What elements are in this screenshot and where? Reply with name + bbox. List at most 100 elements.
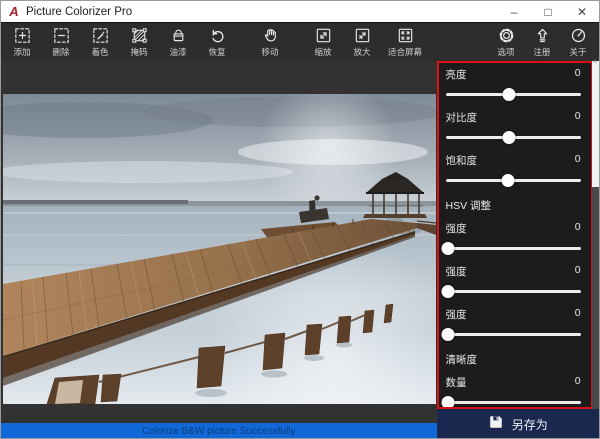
zoom-icon: [314, 26, 333, 45]
slider-value: 0: [575, 67, 581, 82]
mask-icon: [130, 26, 149, 45]
tool-label: 关于: [569, 46, 586, 58]
tool-remove[interactable]: 删除: [48, 26, 74, 58]
slider-label: 强度: [446, 264, 467, 279]
slider-track[interactable]: [446, 285, 581, 298]
slider-value: 0: [575, 110, 581, 125]
tool-label: 注册: [533, 46, 550, 58]
tool-label: 删除: [52, 46, 69, 58]
hand-icon: [261, 26, 280, 45]
tool-label: 着色: [91, 46, 108, 58]
slider-track[interactable]: [446, 242, 581, 255]
slider-track[interactable]: [446, 328, 581, 341]
tool-label: 添加: [13, 46, 30, 58]
add-selection-icon: [13, 26, 32, 45]
tool-colorize[interactable]: 着色: [87, 26, 113, 58]
adjustment-panel-column: 亮度 0 对比度 0: [437, 61, 599, 439]
slider-value: 0: [575, 264, 581, 279]
scrollbar-thumb[interactable]: [592, 61, 599, 187]
slider-label: 强度: [446, 221, 467, 236]
tool-label: 缩放: [314, 46, 331, 58]
tool-about[interactable]: 关于: [565, 26, 591, 58]
slider-thumb[interactable]: [502, 88, 515, 101]
status-bar: Colorize B&W picture Successfully: [1, 423, 437, 439]
register-icon: [533, 26, 552, 45]
slider-hsv-strength-1: 强度 0: [446, 221, 581, 255]
about-icon: [569, 26, 588, 45]
tool-label: 恢复: [208, 46, 225, 58]
photo-wrap: [1, 61, 437, 423]
colorize-icon: [91, 26, 110, 45]
slider-label: 数量: [446, 375, 467, 390]
slider-track[interactable]: [446, 396, 581, 409]
slider-thumb[interactable]: [442, 396, 455, 409]
undo-icon: [208, 26, 227, 45]
fit-screen-icon: [396, 26, 415, 45]
slider-amount: 数量 0: [446, 375, 581, 409]
canvas-area: Colorize B&W picture Successfully: [1, 61, 437, 439]
tool-options[interactable]: 选项: [493, 26, 519, 58]
tool-fit-screen[interactable]: 适合屏幕: [388, 26, 422, 58]
app-window: A Picture Colorizer Pro – □ ✕ 添加: [0, 0, 600, 439]
slider-thumb[interactable]: [502, 131, 515, 144]
tool-label: 选项: [497, 46, 514, 58]
tool-add[interactable]: 添加: [9, 26, 35, 58]
slider-value: 0: [575, 307, 581, 322]
slider-track[interactable]: [446, 174, 581, 187]
slider-track[interactable]: [446, 88, 581, 101]
slider-label: 饱和度: [446, 153, 478, 168]
adjustment-panel: 亮度 0 对比度 0: [437, 61, 593, 409]
slider-value: 0: [575, 153, 581, 168]
window-controls: – □ ✕: [497, 1, 599, 23]
slider-thumb[interactable]: [442, 328, 455, 341]
tool-paint[interactable]: 油漆: [165, 26, 191, 58]
tool-mask[interactable]: 掩码: [126, 26, 152, 58]
slider-label: 强度: [446, 307, 467, 322]
slider-thumb[interactable]: [501, 174, 514, 187]
tool-label: 适合屏幕: [388, 46, 422, 58]
paint-bucket-icon: [169, 26, 188, 45]
tool-move[interactable]: 移动: [257, 26, 283, 58]
tool-label: 放大: [353, 46, 370, 58]
close-button[interactable]: ✕: [565, 1, 599, 23]
zoom-in-icon: [353, 26, 372, 45]
title-bar: A Picture Colorizer Pro – □ ✕: [1, 1, 599, 23]
tool-zoom[interactable]: 缩放: [310, 26, 336, 58]
slider-track[interactable]: [446, 131, 581, 144]
tool-register[interactable]: 注册: [529, 26, 555, 58]
toolbar-left-group: 添加 删除 着色: [9, 26, 422, 58]
section-header-sharpness: 清晰度: [446, 352, 584, 367]
tool-label: 油漆: [169, 46, 186, 58]
status-message: Colorize B&W picture Successfully: [142, 426, 295, 437]
slider-contrast: 对比度 0: [446, 110, 581, 144]
slider-saturation: 饱和度 0: [446, 153, 581, 187]
gear-icon: [497, 26, 516, 45]
save-icon: [488, 414, 504, 435]
main-area: Colorize B&W picture Successfully 亮度 0: [1, 61, 599, 439]
panel-scrollbar[interactable]: [592, 61, 599, 409]
save-as-button[interactable]: 另存为: [437, 409, 599, 439]
slider-thumb[interactable]: [442, 285, 455, 298]
slider-hsv-strength-3: 强度 0: [446, 307, 581, 341]
pier-photo[interactable]: [3, 94, 436, 404]
tool-label: 掩码: [130, 46, 147, 58]
minimize-button[interactable]: –: [497, 1, 531, 23]
slider-value: 0: [575, 221, 581, 236]
section-header-hsv: HSV 调整: [446, 198, 584, 213]
tool-label: 移动: [261, 46, 278, 58]
remove-selection-icon: [52, 26, 71, 45]
slider-hsv-strength-2: 强度 0: [446, 264, 581, 298]
save-as-label: 另存为: [512, 416, 548, 433]
toolbar-right-group: 选项 注册 关于: [493, 26, 591, 58]
slider-label: 对比度: [446, 110, 478, 125]
tool-zoom-in[interactable]: 放大: [349, 26, 375, 58]
slider-thumb[interactable]: [442, 242, 455, 255]
toolbar: 添加 删除 着色: [1, 23, 599, 61]
window-title: Picture Colorizer Pro: [26, 6, 497, 18]
tool-restore[interactable]: 恢复: [204, 26, 230, 58]
slider-label: 亮度: [446, 67, 467, 82]
slider-value: 0: [575, 375, 581, 390]
slider-brightness: 亮度 0: [446, 67, 581, 101]
maximize-button[interactable]: □: [531, 1, 565, 23]
app-logo-icon: A: [7, 5, 21, 19]
